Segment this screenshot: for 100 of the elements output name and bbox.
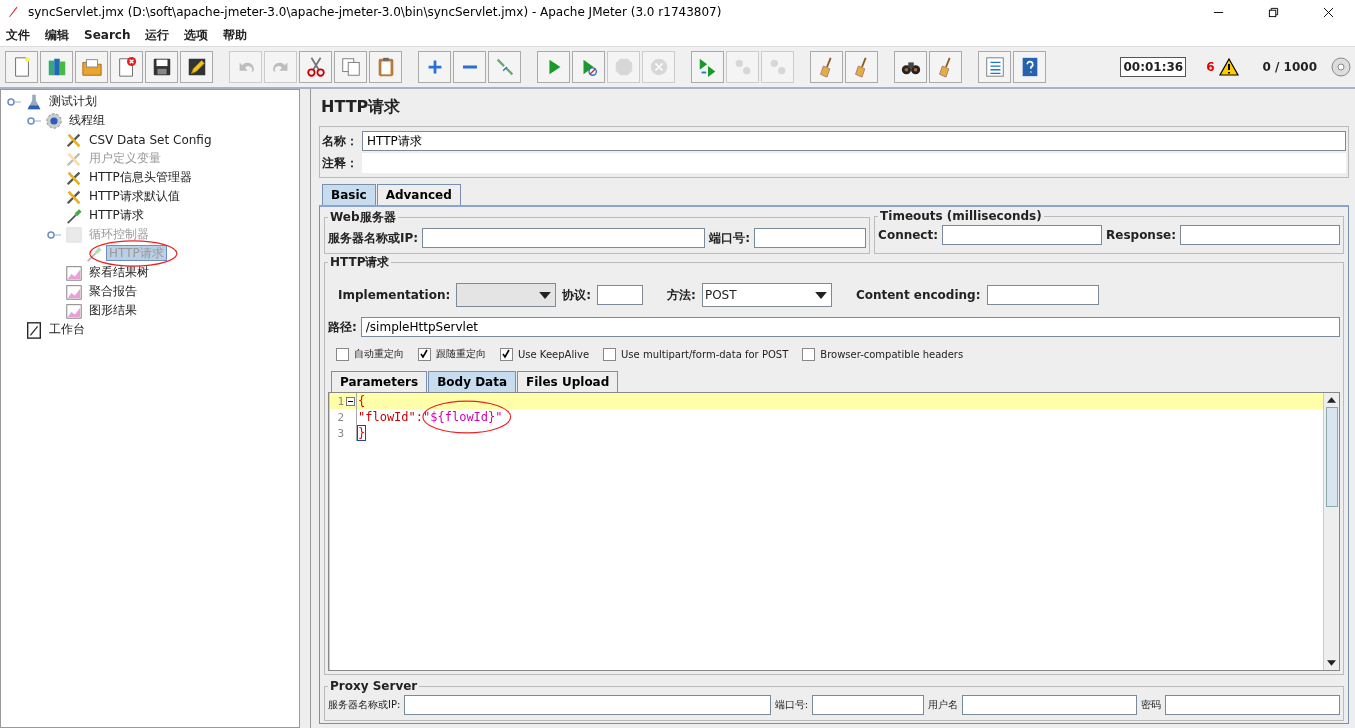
expand-handle-icon[interactable]: [7, 96, 21, 107]
field-label: Response:: [1106, 228, 1176, 242]
menu-item[interactable]: 文件: [6, 26, 30, 44]
menu-item[interactable]: 编辑: [45, 26, 69, 44]
tab[interactable]: Basic: [322, 184, 376, 205]
menu-item[interactable]: Search: [84, 28, 131, 42]
tree-item[interactable]: 线程组: [67, 113, 107, 127]
tab[interactable]: Body Data: [428, 371, 517, 392]
tab[interactable]: Files Upload: [517, 371, 619, 392]
path-field[interactable]: /simpleHttpServlet: [360, 317, 1340, 337]
checkbox-label: Use multipart/form-data for POST: [621, 348, 789, 360]
field-label: 服务器名称或IP:: [328, 229, 419, 247]
proxy-password-field[interactable]: [1165, 695, 1340, 715]
chart-icon: [65, 282, 83, 301]
fold-icon[interactable]: [345, 396, 355, 406]
menu-item[interactable]: 选项: [184, 26, 209, 44]
help-button[interactable]: [1013, 51, 1046, 83]
tree-item[interactable]: HTTP请求默认值: [87, 189, 182, 203]
checkbox-label: Browser-compatible headers: [820, 348, 964, 360]
server-field[interactable]: [422, 228, 706, 248]
panel-title: HTTP请求: [320, 96, 402, 118]
scroll-down-icon[interactable]: [1327, 660, 1336, 666]
checkbox-label: 自动重定向: [354, 347, 404, 361]
checkbox[interactable]: [603, 347, 617, 361]
code-text: {: [358, 394, 366, 408]
caret-icon: [814, 291, 827, 299]
group-title: HTTP请求: [329, 254, 391, 271]
code-text: }: [358, 426, 366, 440]
group-title: Timeouts (milliseconds): [879, 209, 1043, 223]
open-button[interactable]: [75, 51, 108, 83]
method-dropdown[interactable]: POST: [701, 283, 832, 307]
start-no-timers-button[interactable]: [572, 51, 605, 83]
clear-all-button[interactable]: [845, 51, 878, 83]
scrollbar[interactable]: [1323, 393, 1339, 670]
start-button[interactable]: [537, 51, 570, 83]
tree-item[interactable]: 测试计划: [47, 94, 99, 108]
cut-button[interactable]: [299, 51, 332, 83]
proxy-user-field[interactable]: [962, 695, 1137, 715]
paste-button[interactable]: [369, 51, 402, 83]
tree-item[interactable]: 察看结果树: [87, 265, 151, 279]
field-label: Connect:: [878, 228, 938, 242]
controller-icon: [65, 225, 83, 244]
code-editor[interactable]: 1 { 2 "flowId":"${flowId}" 3 }: [328, 392, 1340, 671]
close-button[interactable]: [110, 51, 143, 83]
field-label: 密码: [1141, 698, 1161, 712]
tree-item[interactable]: HTTP信息头管理器: [87, 170, 194, 184]
close-icon[interactable]: [1323, 6, 1334, 18]
scroll-up-icon[interactable]: [1327, 397, 1336, 403]
caret-icon: [539, 291, 552, 299]
field-label: Content encoding:: [855, 288, 981, 302]
name-field[interactable]: HTTP请求: [362, 131, 1346, 151]
implementation-dropdown[interactable]: [456, 283, 557, 307]
field-label: 端口号:: [709, 229, 751, 247]
response-field[interactable]: [1180, 225, 1340, 245]
templates-button[interactable]: [40, 51, 73, 83]
menu-item[interactable]: 运行: [145, 26, 170, 44]
checkbox[interactable]: [500, 347, 513, 361]
list-icon: [983, 56, 1006, 78]
encoding-field[interactable]: [986, 285, 1099, 305]
tree-item[interactable]: HTTP请求: [87, 208, 146, 222]
chart-icon: [65, 263, 83, 282]
checkbox[interactable]: [802, 347, 816, 361]
port-field[interactable]: [754, 228, 867, 248]
expand-button[interactable]: [418, 51, 451, 83]
tree-item[interactable]: 聚合报告: [87, 284, 139, 298]
maximize-icon[interactable]: [1268, 6, 1279, 18]
functions-button[interactable]: [978, 51, 1011, 83]
proxy-port-field[interactable]: [812, 695, 924, 715]
tree-item[interactable]: 工作台: [47, 322, 87, 336]
remote-start-button[interactable]: [691, 51, 724, 83]
clear-button[interactable]: [810, 51, 843, 83]
code-text: "flowId":: [358, 410, 424, 424]
chart-icon: [65, 301, 83, 320]
tree-item[interactable]: CSV Data Set Config: [87, 132, 214, 147]
warning-count: 6: [1206, 60, 1215, 74]
tree-item[interactable]: 图形结果: [87, 303, 139, 317]
menu-item[interactable]: 帮助: [223, 26, 248, 44]
protocol-field[interactable]: [597, 285, 644, 305]
proxy-server-field[interactable]: [404, 695, 771, 715]
save-as-button[interactable]: [180, 51, 213, 83]
new-button[interactable]: [5, 51, 38, 83]
warning-icon[interactable]: [1218, 58, 1239, 76]
field-label: 注释：: [322, 154, 358, 172]
checkbox[interactable]: [418, 347, 431, 361]
line-number: 2: [336, 410, 344, 424]
tab[interactable]: Parameters: [331, 371, 428, 392]
checkbox[interactable]: [336, 347, 349, 361]
thread-count: 0 / 1000: [1262, 60, 1317, 74]
collapse-button[interactable]: [453, 51, 486, 83]
expand-handle-icon[interactable]: [27, 115, 41, 126]
connect-field[interactable]: [942, 225, 1102, 245]
copy-button[interactable]: [334, 51, 367, 83]
field-label: 名称：: [322, 132, 358, 150]
save-button[interactable]: [145, 51, 178, 83]
flask-icon: [25, 92, 43, 111]
group-title: Proxy Server: [329, 679, 419, 693]
tab[interactable]: Advanced: [376, 184, 461, 205]
group-title: Web服务器: [329, 209, 397, 226]
toggle-button[interactable]: [488, 51, 521, 83]
search-button[interactable]: [894, 51, 927, 83]
